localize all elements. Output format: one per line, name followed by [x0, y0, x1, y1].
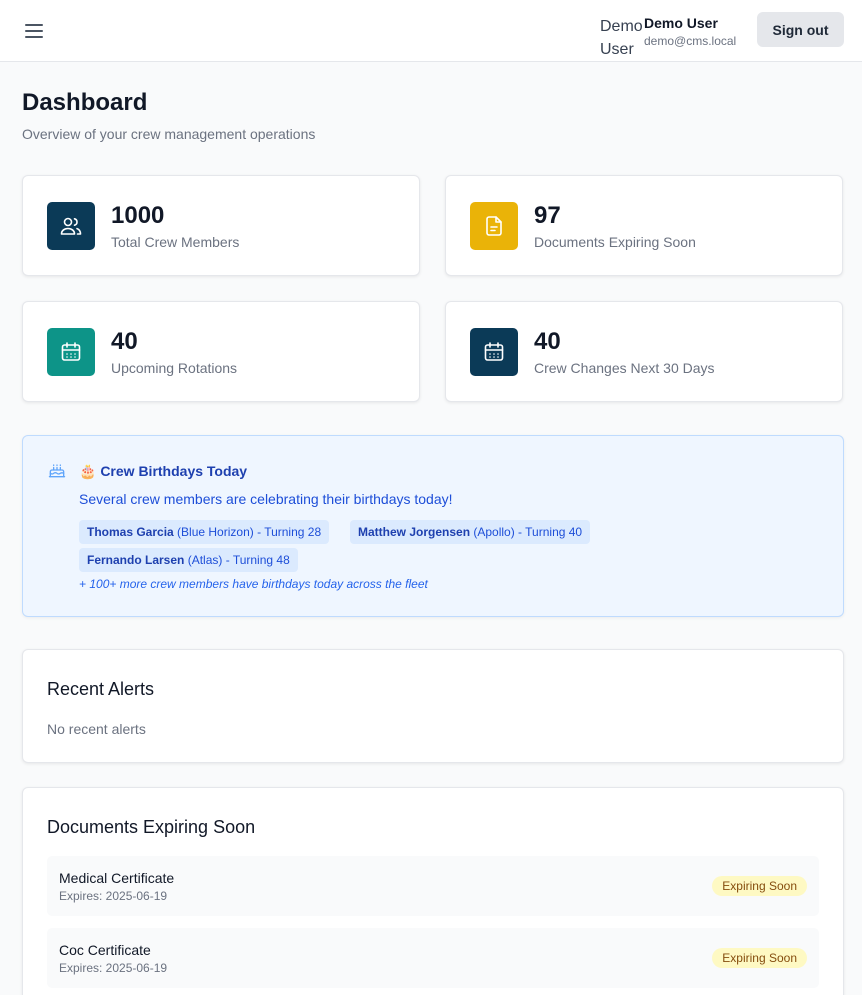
stat-card-total-crew: 1000 Total Crew Members — [22, 175, 420, 276]
stat-label: Upcoming Rotations — [111, 360, 238, 376]
stat-card-upcoming-rotations: 40 Upcoming Rotations — [22, 301, 420, 402]
stat-value: 40 — [534, 328, 561, 355]
birthday-person-detail: (Blue Horizon) - Turning 28 — [177, 525, 322, 539]
document-row[interactable]: Coc Certificate Expires: 2025-06-19 Expi… — [47, 928, 819, 988]
user-display-name: Demo User — [600, 18, 643, 58]
birthday-person-detail: (Atlas) - Turning 48 — [187, 553, 290, 567]
stat-card-crew-changes: 40 Crew Changes Next 30 Days — [445, 301, 843, 402]
birthday-more-note: + 100+ more crew members have birthdays … — [79, 577, 428, 591]
stat-value: 97 — [534, 202, 561, 229]
menu-icon[interactable] — [22, 19, 46, 43]
stat-label: Documents Expiring Soon — [534, 234, 696, 250]
birthday-banner: 🎂 Crew Birthdays Today Several crew memb… — [22, 435, 844, 617]
panel-title: Documents Expiring Soon — [47, 817, 256, 837]
sign-out-button[interactable]: Sign out — [757, 12, 844, 47]
birthday-person-detail: (Apollo) - Turning 40 — [473, 525, 583, 539]
birthday-chip: Matthew Jorgensen (Apollo) - Turning 40 — [350, 520, 591, 544]
document-name: Coc Certificate — [59, 942, 151, 958]
document-expiry: Expires: 2025-06-19 — [59, 961, 168, 975]
birthday-chip: Thomas Garcia (Blue Horizon) - Turning 2… — [79, 520, 330, 544]
stat-value: 1000 — [111, 202, 165, 229]
birthday-person-name: Matthew Jorgensen — [358, 525, 471, 539]
document-expiry: Expires: 2025-06-19 — [59, 889, 168, 903]
cake-icon — [47, 460, 67, 480]
document-name: Medical Certificate — [59, 870, 175, 886]
calendar-icon — [470, 328, 518, 376]
documents-expiring-panel: Documents Expiring Soon Medical Certific… — [22, 787, 844, 995]
user-email: demo@cms.local — [644, 34, 737, 48]
birthday-message: Several crew members are celebrating the… — [79, 491, 453, 507]
alerts-empty-text: No recent alerts — [47, 721, 146, 737]
birthday-person-name: Thomas Garcia — [87, 525, 174, 539]
calendar-icon — [47, 328, 95, 376]
recent-alerts-panel: Recent Alerts No recent alerts — [22, 649, 844, 763]
status-badge: Expiring Soon — [712, 948, 807, 968]
user-name: Demo User — [644, 15, 718, 31]
page-subtitle: Overview of your crew management operati… — [22, 126, 316, 142]
stat-value: 40 — [111, 328, 138, 355]
stat-label: Crew Changes Next 30 Days — [534, 360, 715, 376]
birthday-title: 🎂 Crew Birthdays Today — [79, 463, 248, 479]
users-icon — [47, 202, 95, 250]
status-badge: Expiring Soon — [712, 876, 807, 896]
user-info: Demo User demo@cms.local — [644, 14, 736, 50]
birthday-chip: Fernando Larsen (Atlas) - Turning 48 — [79, 548, 298, 572]
top-bar: Demo User Demo User demo@cms.local Sign … — [0, 0, 862, 62]
stat-card-documents-expiring: 97 Documents Expiring Soon — [445, 175, 843, 276]
panel-title: Recent Alerts — [47, 679, 155, 699]
document-row[interactable]: Medical Certificate Expires: 2025-06-19 … — [47, 856, 819, 916]
stat-label: Total Crew Members — [111, 234, 240, 250]
page-title: Dashboard — [22, 89, 148, 116]
birthday-person-name: Fernando Larsen — [87, 553, 185, 567]
document-icon — [470, 202, 518, 250]
